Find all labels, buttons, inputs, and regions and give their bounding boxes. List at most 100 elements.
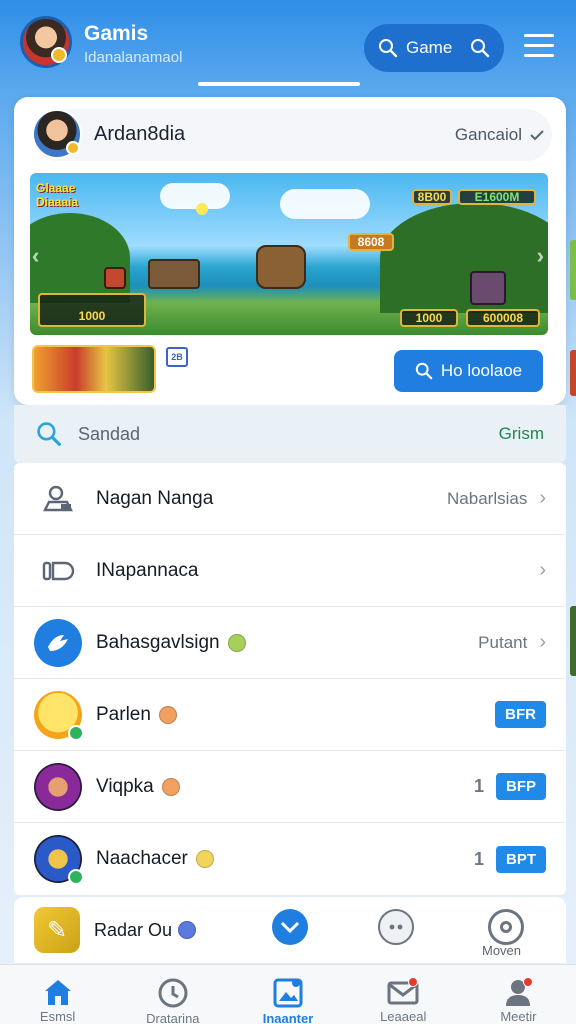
chevron-right-icon: › [539,559,546,581]
nav-label: Inaanter [262,1011,314,1024]
chevron-right-icon: › [539,487,546,509]
banner-bottom-left-badge: 1000 [38,293,146,327]
list-item-label: Parlen [96,703,151,725]
chevron-left-icon[interactable]: ‹ [32,243,39,269]
app-title: Gamis [84,22,149,45]
sun-shape [196,203,208,215]
search-icon [415,362,433,380]
emoji-icon [161,777,180,796]
list-item-label: Naachacer [96,848,188,869]
edge-peek-item [570,606,576,676]
crate-shape [470,271,506,305]
menu-list: Nagan Nanga Nabarlsias › INapannaca › Bah… [14,463,566,895]
header-search-button[interactable]: Game [364,24,504,72]
list-item-value: Putant [478,632,528,652]
profile-name: Ardan8dia [94,123,186,145]
edge-peek-item [570,240,576,300]
home-icon [41,977,75,1007]
search-icon [471,39,490,58]
crate-shape [104,267,126,289]
nav-label: Dratarina [146,1011,200,1024]
header-avatar[interactable] [20,16,72,68]
list-item[interactable]: Nagan Nanga Nabarlsias › [14,463,566,535]
search-icon [37,422,61,446]
list-item-tag[interactable]: BFP [496,773,546,800]
nav-history[interactable]: Dratarina [115,965,230,1024]
thumb-badge: 2B [166,347,188,367]
hamburger-menu-icon[interactable] [524,34,554,58]
search-placeholder: Sandad [78,423,141,444]
dock-app-name: Radar Ou [94,919,173,940]
island-right [380,203,548,313]
badge-icon [68,869,84,885]
badge-icon [68,724,84,741]
list-item[interactable]: INapannaca › [14,535,566,607]
banner-badge: 8B00 [412,189,452,205]
pencil-app-icon[interactable]: ✎ [34,907,80,953]
bottom-nav: Esmsl Dratarina Inaanter Leaaeal Meetir [0,964,576,1024]
header-indicator [198,82,360,86]
profile-cancel-button[interactable]: Gancaiol [455,125,544,145]
featured-card: Ardan8dia Gancaiol Glaaae Diaaaia 8B00 E1… [14,97,566,405]
list-item[interactable]: Parlen BFR [14,679,566,751]
check-icon [530,130,544,141]
blue-action-icon[interactable] [272,909,308,945]
coin-icon [66,141,80,155]
quick-dock: ✎ Radar Ou Moven [14,897,566,963]
cloud-shape [160,183,230,209]
nav-label: Meetir [500,1009,537,1024]
user-pin-icon [34,475,82,523]
coin-icon [51,47,67,63]
profile-avatar[interactable] [32,109,82,159]
list-item-label: INapannaca [96,559,199,581]
list-item-value: Nabarlsias [447,488,528,508]
target-icon[interactable] [488,909,524,945]
list-item[interactable]: Bahasgavlsign Putant › [14,607,566,679]
game-banner[interactable]: Glaaae Diaaaia 8B00 E1600M 8608 1000 1000… [30,173,548,335]
tag-icon [34,547,82,595]
list-item[interactable]: Naachacer 1 BPT [14,823,566,895]
nav-profile[interactable]: Meetir [461,965,576,1024]
nav-label: Esmsl [39,1009,76,1024]
banner-badge: 1000 [400,309,458,327]
wizard-avatar-icon [34,762,82,811]
nav-home[interactable]: Esmsl [0,965,115,1024]
cta-button[interactable]: Ho loolaoe [394,350,543,392]
list-item-label: Nagan Nanga [96,487,214,509]
armor-avatar-icon [34,835,84,885]
list-item[interactable]: Viqpka 1 BFP [14,751,566,823]
list-item-tag[interactable]: BFR [495,701,546,728]
search-action-link[interactable]: Grism [499,424,544,444]
clock-icon [156,977,190,1009]
banner-badge: E1600M [458,189,536,205]
header-search-label: Game [406,38,453,57]
bird-icon [34,618,82,667]
emoji-icon [195,850,214,868]
banner-badge: 600008 [466,309,540,327]
gamepad-icon[interactable] [378,909,414,945]
photo-icon [271,977,305,1009]
mail-icon [386,977,420,1007]
app-subtitle: Idanalanamaol [84,49,183,66]
nav-media[interactable]: Inaanter [230,965,345,1024]
cloud-shape [280,189,370,219]
emoji-icon [158,705,177,724]
chevron-right-icon[interactable]: › [537,243,544,269]
list-item-tag[interactable]: BPT [496,845,546,873]
search-icon [379,39,398,58]
list-item-count: 1 [473,848,484,869]
person-icon [501,977,535,1007]
ship-shape [148,259,200,289]
ship-shape [256,245,306,289]
list-item-count: 1 [473,776,484,796]
banner-stage-badge: 8608 [348,233,394,251]
dock-more-label: Moven [482,943,522,958]
cta-label: Ho loolaoe [440,361,523,380]
nav-label: Leaaeal [380,1009,427,1024]
game-thumbnail[interactable] [32,345,156,393]
profile-row[interactable]: Ardan8dia Gancaiol [32,109,552,161]
nav-messages[interactable]: Leaaeal [346,965,461,1024]
edge-peek-item [570,350,576,396]
search-bar[interactable]: Sandad Grism [14,405,566,463]
list-item-label: Viqpka [96,775,154,797]
